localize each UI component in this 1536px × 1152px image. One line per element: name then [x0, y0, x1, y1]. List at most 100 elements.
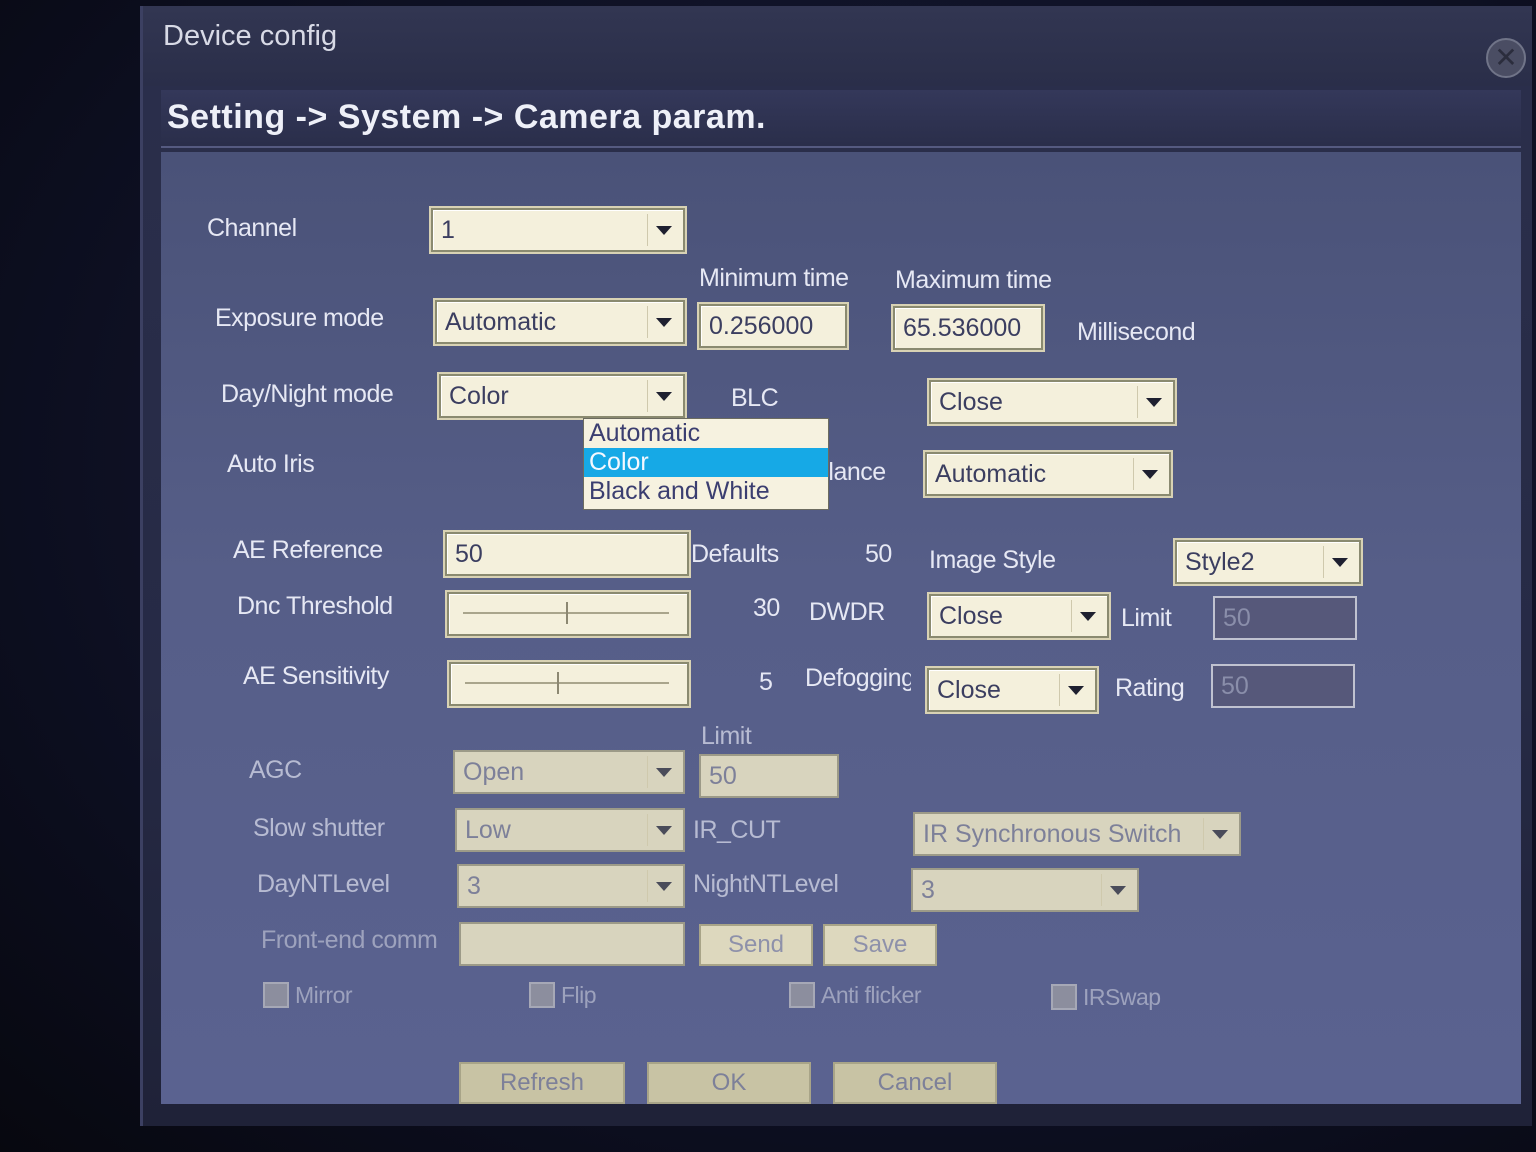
chevron-down-icon: [1203, 818, 1235, 850]
rating-label: Rating: [1115, 674, 1185, 702]
screen: Device config ✕ Setting -> System -> Cam…: [0, 0, 1536, 1152]
slow-shutter-value: Low: [465, 816, 511, 844]
auto-iris-label: Auto Iris: [227, 450, 315, 478]
ae-reference-label: AE Reference: [233, 536, 383, 564]
camera-param-panel: Channel 1 Minimum time Maximum time Expo…: [161, 152, 1521, 1104]
day-nt-level-select[interactable]: 3: [457, 864, 685, 908]
dropdown-option-automatic[interactable]: Automatic: [584, 419, 828, 448]
agc-limit-label: Limit: [701, 722, 752, 750]
day-nt-level-label: DayNTLevel: [257, 870, 390, 898]
blc-value: Close: [939, 388, 1003, 416]
dwdr-limit-label: Limit: [1121, 604, 1172, 632]
agc-value: Open: [463, 758, 525, 786]
slow-shutter-select[interactable]: Low: [455, 808, 685, 852]
close-icon[interactable]: ✕: [1486, 38, 1526, 78]
channel-value: 1: [441, 216, 455, 244]
agc-label: AGC: [249, 756, 302, 784]
mirror-label: Mirror: [295, 982, 353, 1008]
white-balance-value: Automatic: [935, 460, 1047, 488]
dnc-threshold-slider[interactable]: [447, 592, 689, 636]
anti-flicker-label: Anti flicker: [821, 982, 922, 1008]
irswap-checkbox[interactable]: [1051, 984, 1077, 1010]
defaults-value: 50: [865, 540, 892, 568]
ae-reference-input[interactable]: 50: [445, 532, 689, 576]
exposure-mode-select[interactable]: Automatic: [435, 300, 685, 344]
millisecond-label: Millisecond: [1077, 318, 1196, 346]
blc-label: BLC: [731, 384, 779, 412]
chevron-down-icon: [1137, 386, 1169, 418]
device-config-window: Device config ✕ Setting -> System -> Cam…: [140, 6, 1532, 1126]
defogging-label: Defogging: [805, 664, 911, 692]
image-style-label: Image Style: [929, 546, 1056, 574]
breadcrumb: Setting -> System -> Camera param.: [167, 98, 767, 136]
ir-cut-select[interactable]: IR Synchronous Switch: [913, 812, 1241, 856]
night-nt-level-label: NightNTLevel: [693, 870, 839, 898]
day-night-mode-value: Color: [449, 382, 509, 410]
slider-thumb[interactable]: [556, 672, 563, 694]
save-button[interactable]: Save: [823, 924, 937, 966]
agc-select[interactable]: Open: [453, 750, 685, 794]
anti-flicker-checkbox[interactable]: [789, 982, 815, 1008]
ae-sensitivity-label: AE Sensitivity: [243, 662, 389, 690]
night-nt-level-value: 3: [921, 876, 935, 904]
blc-select[interactable]: Close: [929, 380, 1175, 424]
breadcrumb-bar: Setting -> System -> Camera param.: [161, 90, 1521, 148]
dwdr-value: Close: [939, 602, 1003, 630]
dropdown-option-color[interactable]: Color: [584, 448, 828, 477]
ae-sensitivity-slider[interactable]: [449, 662, 689, 706]
day-night-mode-select[interactable]: Color: [439, 374, 685, 418]
day-nt-level-value: 3: [467, 872, 481, 900]
chevron-down-icon: [647, 814, 679, 846]
flip-label: Flip: [561, 982, 597, 1008]
chevron-down-icon: [647, 756, 679, 788]
ae-sensitivity-value: 5: [759, 668, 773, 696]
defaults-label: Defaults: [691, 540, 779, 568]
channel-select[interactable]: 1: [431, 208, 685, 252]
flip-checkbox[interactable]: [529, 982, 555, 1008]
ir-cut-label: IR_CUT: [693, 816, 781, 844]
exposure-mode-label: Exposure mode: [215, 304, 384, 332]
chevron-down-icon: [647, 870, 679, 902]
exposure-mode-value: Automatic: [445, 308, 557, 336]
ir-cut-value: IR Synchronous Switch: [923, 820, 1182, 848]
chevron-down-icon: [1133, 458, 1165, 490]
send-button[interactable]: Send: [699, 924, 813, 966]
mirror-checkbox[interactable]: [263, 982, 289, 1008]
image-style-value: Style2: [1185, 548, 1255, 576]
slider-thumb[interactable]: [566, 602, 572, 624]
ok-button[interactable]: OK: [647, 1062, 811, 1104]
dwdr-label: DWDR: [809, 598, 885, 626]
day-night-mode-dropdown: Automatic Color Black and White: [583, 418, 829, 510]
minimum-time-label: Minimum time: [699, 264, 849, 292]
title-bar: Device config ✕: [143, 6, 1532, 86]
chevron-down-icon: [1071, 600, 1103, 632]
chevron-down-icon: [1059, 674, 1091, 706]
refresh-button[interactable]: Refresh: [459, 1062, 625, 1104]
dwdr-limit-input[interactable]: 50: [1213, 596, 1357, 640]
chevron-down-icon: [1101, 874, 1133, 906]
front-end-comm-input[interactable]: [459, 922, 685, 966]
night-nt-level-select[interactable]: 3: [911, 868, 1139, 912]
maximum-time-input[interactable]: 65.536000: [893, 306, 1043, 350]
minimum-time-input[interactable]: 0.256000: [699, 304, 847, 348]
defogging-value: Close: [937, 676, 1001, 704]
agc-limit-input[interactable]: 50: [699, 754, 839, 798]
slider-track: [465, 682, 669, 684]
white-balance-select[interactable]: Automatic: [925, 452, 1171, 496]
chevron-down-icon: [1323, 546, 1355, 578]
defogging-select[interactable]: Close: [927, 668, 1097, 712]
dwdr-select[interactable]: Close: [929, 594, 1109, 638]
chevron-down-icon: [647, 380, 679, 412]
dropdown-option-black-and-white[interactable]: Black and White: [584, 477, 828, 506]
channel-label: Channel: [207, 214, 297, 242]
window-title: Device config: [163, 20, 338, 52]
chevron-down-icon: [647, 306, 679, 338]
chevron-down-icon: [647, 214, 679, 246]
cancel-button[interactable]: Cancel: [833, 1062, 997, 1104]
day-night-mode-label: Day/Night mode: [221, 380, 394, 408]
maximum-time-label: Maximum time: [895, 266, 1052, 294]
dnc-threshold-label: Dnc Threshold: [237, 592, 393, 620]
image-style-select[interactable]: Style2: [1175, 540, 1361, 584]
dnc-threshold-value: 30: [753, 594, 780, 622]
rating-input[interactable]: 50: [1211, 664, 1355, 708]
